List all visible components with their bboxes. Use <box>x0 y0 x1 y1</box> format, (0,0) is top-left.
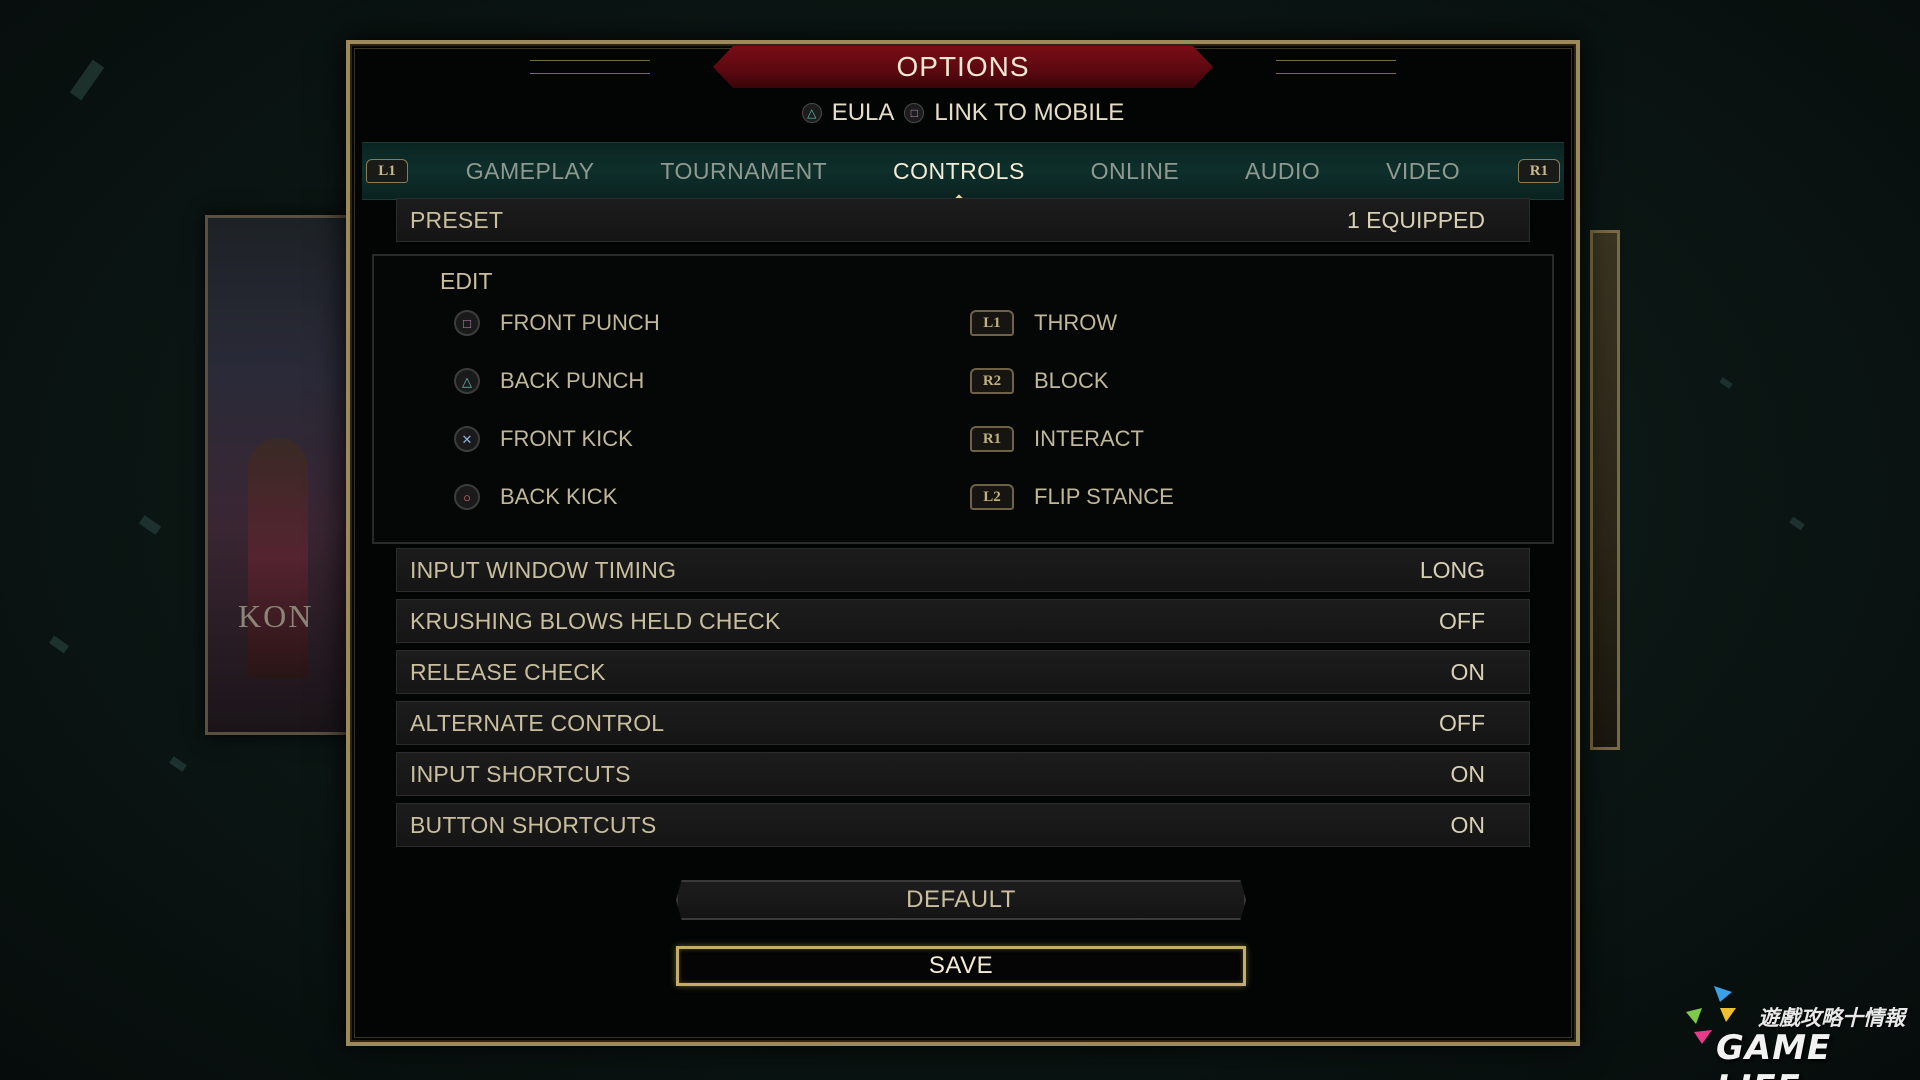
setting-label: RELEASE CHECK <box>410 658 606 685</box>
binding-block[interactable]: R2 BLOCK <box>970 368 1109 394</box>
setting-label: ALTERNATE CONTROL <box>410 709 665 736</box>
setting-label: KRUSHING BLOWS HELD CHECK <box>410 607 781 634</box>
l2-button-icon: L2 <box>970 484 1014 510</box>
binding-label: INTERACT <box>1034 426 1144 451</box>
link-to-mobile-label: LINK TO MOBILE <box>934 99 1125 126</box>
binding-back-punch[interactable]: △ BACK PUNCH <box>454 368 644 394</box>
tab-video[interactable]: VIDEO <box>1378 158 1468 185</box>
tab-audio[interactable]: AUDIO <box>1237 158 1328 185</box>
page-title: OPTIONS <box>896 51 1030 82</box>
link-to-mobile-link[interactable]: □ LINK TO MOBILE <box>904 99 1124 127</box>
binding-label: FRONT KICK <box>500 426 633 451</box>
square-icon: □ <box>904 103 925 123</box>
watermark-en-text: GAME LIFE <box>1716 1028 1832 1080</box>
save-button[interactable]: SAVE <box>676 946 1246 986</box>
tab-bar: L1 GAMEPLAY TOURNAMENT CONTROLS ONLINE A… <box>362 142 1564 202</box>
background-shard <box>169 756 187 772</box>
background-shard <box>1719 377 1733 389</box>
r1-bumper-icon[interactable]: R1 <box>1517 159 1560 183</box>
setting-input-shortcuts[interactable]: INPUT SHORTCUTS ON <box>396 752 1530 796</box>
background-card-text: KON <box>238 598 314 634</box>
binding-label: BACK KICK <box>500 484 618 509</box>
sublinks: △ EULA □ LINK TO MOBILE <box>350 96 1576 130</box>
r2-button-icon: R2 <box>970 368 1014 394</box>
title-plate: OPTIONS <box>713 46 1213 88</box>
binding-label: BLOCK <box>1034 368 1109 393</box>
triangle-icon: △ <box>801 103 822 123</box>
background-character-card: KON <box>205 215 355 735</box>
edit-bindings-box: EDIT □ FRONT PUNCH △ BACK PUNCH ✕ FRONT … <box>372 254 1554 544</box>
setting-label: INPUT WINDOW TIMING <box>410 556 677 583</box>
binding-interact[interactable]: R1 INTERACT <box>970 426 1144 452</box>
binding-flip-stance[interactable]: L2 FLIP STANCE <box>970 484 1174 510</box>
setting-value: OFF <box>1439 709 1485 736</box>
background-shard <box>69 59 105 101</box>
square-icon: □ <box>454 310 480 336</box>
tab-gameplay[interactable]: GAMEPLAY <box>458 158 603 185</box>
title-ornament-left <box>530 60 650 74</box>
binding-label: FLIP STANCE <box>1034 484 1174 509</box>
setting-value: ON <box>1450 760 1486 787</box>
l1-bumper-icon[interactable]: L1 <box>366 159 408 183</box>
setting-label: BUTTON SHORTCUTS <box>410 811 657 838</box>
cross-icon: ✕ <box>454 426 480 452</box>
background-shard <box>138 515 162 535</box>
background-card-edge <box>1590 230 1620 750</box>
setting-value: OFF <box>1439 607 1485 634</box>
binding-label: BACK PUNCH <box>500 368 645 393</box>
circle-icon: ○ <box>454 484 480 510</box>
preset-row[interactable]: PRESET 1 EQUIPPED <box>396 198 1530 242</box>
l1-button-icon: L1 <box>970 310 1014 336</box>
setting-button-shortcuts[interactable]: BUTTON SHORTCUTS ON <box>396 803 1530 847</box>
character-figure <box>248 438 308 678</box>
setting-alternate-control[interactable]: ALTERNATE CONTROL OFF <box>396 701 1530 745</box>
binding-front-punch[interactable]: □ FRONT PUNCH <box>454 310 660 336</box>
setting-krushing-blows-held-check[interactable]: KRUSHING BLOWS HELD CHECK OFF <box>396 599 1530 643</box>
title-ornament-right <box>1276 60 1396 74</box>
triangle-icon: △ <box>454 368 480 394</box>
preset-value: 1 EQUIPPED <box>1346 206 1485 233</box>
background-shard <box>1789 516 1805 531</box>
binding-back-kick[interactable]: ○ BACK KICK <box>454 484 617 510</box>
r1-button-icon: R1 <box>970 426 1014 452</box>
tab-tournament[interactable]: TOURNAMENT <box>652 158 835 185</box>
setting-release-check[interactable]: RELEASE CHECK ON <box>396 650 1530 694</box>
setting-value: LONG <box>1419 556 1485 583</box>
tab-online[interactable]: ONLINE <box>1083 158 1188 185</box>
binding-front-kick[interactable]: ✕ FRONT KICK <box>454 426 633 452</box>
binding-label: THROW <box>1034 310 1118 335</box>
binding-label: FRONT PUNCH <box>500 310 660 335</box>
options-panel: OPTIONS △ EULA □ LINK TO MOBILE L1 GAMEP… <box>346 40 1580 1046</box>
eula-link[interactable]: △ EULA <box>801 99 895 127</box>
setting-value: ON <box>1450 811 1486 838</box>
setting-label: INPUT SHORTCUTS <box>410 760 631 787</box>
edit-title: EDIT <box>440 268 493 294</box>
preset-label: PRESET <box>410 206 504 233</box>
tab-controls[interactable]: CONTROLS <box>845 158 1073 202</box>
setting-input-window-timing[interactable]: INPUT WINDOW TIMING LONG <box>396 548 1530 592</box>
eula-label: EULA <box>831 99 895 126</box>
binding-throw[interactable]: L1 THROW <box>970 310 1117 336</box>
background-shard <box>49 635 69 654</box>
default-button[interactable]: DEFAULT <box>676 880 1246 920</box>
watermark: 遊戲攻略十情報 GAME LIFE <box>1668 978 1918 1080</box>
title-banner: OPTIONS <box>530 46 1396 88</box>
setting-value: ON <box>1450 658 1486 685</box>
